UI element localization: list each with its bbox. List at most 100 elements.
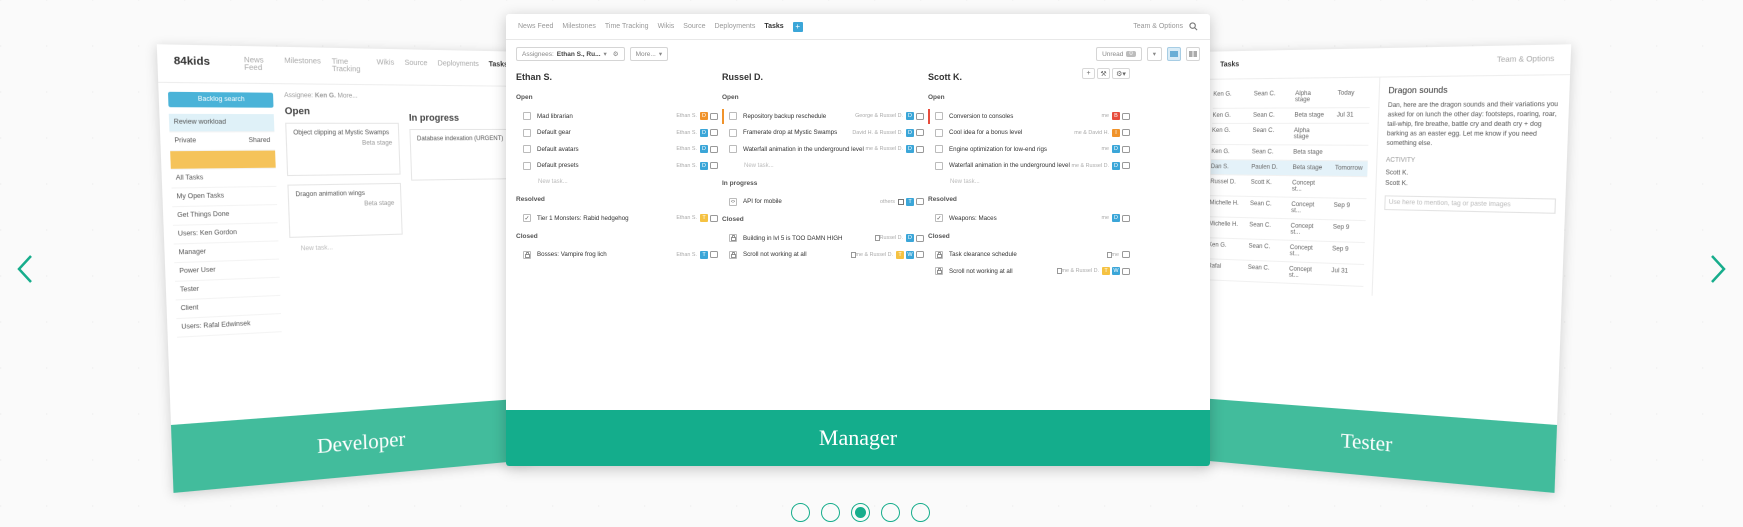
- new-task-input[interactable]: New task...: [722, 158, 928, 174]
- new-task-input[interactable]: New task...: [516, 174, 722, 190]
- nav-tasks[interactable]: Tasks: [764, 23, 783, 30]
- nav-milestones[interactable]: Milestones: [562, 23, 595, 30]
- comment-icon[interactable]: [1122, 146, 1130, 153]
- nav-deployments[interactable]: Deployments: [714, 23, 755, 30]
- nav-time-tracking[interactable]: Time Tracking: [605, 23, 649, 30]
- comment-icon[interactable]: [916, 235, 924, 242]
- manager-preview-card[interactable]: News Feed Milestones Time Tracking Wikis…: [506, 14, 1210, 466]
- task-row[interactable]: Scroll not working at all me & Russel D. T…: [722, 247, 928, 264]
- task-checkbox[interactable]: [935, 129, 943, 137]
- comment-icon[interactable]: [916, 251, 924, 258]
- list-view-toggle[interactable]: [1167, 47, 1181, 61]
- task-checkbox[interactable]: [729, 129, 737, 137]
- task-type-tag: W: [906, 251, 914, 259]
- manager-footer: Manager: [506, 410, 1210, 466]
- nav-source[interactable]: Source: [683, 23, 705, 30]
- search-icon[interactable]: [1189, 22, 1198, 31]
- task-row[interactable]: Building in lvl 5 is TOO DAMN HIGH Russel…: [722, 230, 928, 247]
- comment-icon[interactable]: [1122, 129, 1130, 136]
- task-checkbox[interactable]: [523, 129, 531, 137]
- unread-dropdown[interactable]: ▾: [1147, 47, 1162, 61]
- dev-sidebar-private: Private: [174, 138, 196, 145]
- comment-icon[interactable]: [916, 113, 924, 120]
- task-row[interactable]: Engine optimization for low-end rigs me D: [928, 141, 1134, 158]
- task-type-tag: D: [700, 112, 708, 120]
- task-title: Default avatars: [537, 146, 676, 153]
- comment-icon[interactable]: [710, 162, 718, 169]
- tester-cell: Beta stage: [1294, 112, 1326, 118]
- nav-wikis[interactable]: Wikis: [658, 23, 675, 30]
- checked-checkbox[interactable]: ✓: [935, 214, 943, 222]
- task-row[interactable]: Bosses: Vampire frog lich Ethan S. T: [516, 247, 722, 264]
- task-row[interactable]: Default presets Ethan S. D: [516, 158, 722, 175]
- add-icon[interactable]: +: [1082, 68, 1095, 79]
- task-checkbox[interactable]: [935, 145, 943, 153]
- comment-icon[interactable]: [916, 146, 924, 153]
- more-filter-button[interactable]: More... ▾: [630, 47, 669, 61]
- comment-icon[interactable]: [710, 251, 718, 258]
- task-row[interactable]: Cool idea for a bonus level me & David H.…: [928, 125, 1134, 142]
- team-options-link[interactable]: Team & Options: [1133, 23, 1183, 30]
- tester-cell: Alpha stage: [1294, 128, 1326, 140]
- task-checkbox[interactable]: [523, 145, 531, 153]
- comment-icon[interactable]: [710, 113, 718, 120]
- add-task-button[interactable]: +: [793, 22, 803, 32]
- previous-slide-arrow[interactable]: [14, 252, 36, 286]
- task-row[interactable]: Task clearance schedule me: [928, 247, 1134, 264]
- task-row[interactable]: Default gear Ethan S. D: [516, 125, 722, 142]
- task-row[interactable]: Mad librarian Ethan S. D: [516, 108, 722, 125]
- tester-preview-card[interactable]: Tasks Team & Options Ken G. Sean C. Alpha …: [1193, 44, 1571, 493]
- task-checkbox[interactable]: [935, 112, 943, 120]
- comment-icon[interactable]: [916, 198, 924, 205]
- task-checkbox[interactable]: [935, 162, 943, 170]
- task-checkbox[interactable]: [729, 112, 737, 120]
- assignee-column: Scott K. + ⚒ ⚙▾ Open Conversion to consoles me…: [928, 68, 1134, 280]
- comment-icon[interactable]: [1122, 251, 1130, 258]
- task-row[interactable]: Waterfall animation in the underground l…: [928, 158, 1134, 175]
- pagination-dot[interactable]: [911, 503, 930, 522]
- comment-icon[interactable]: [1122, 113, 1130, 120]
- tester-cell: Sean C.: [1253, 113, 1284, 119]
- task-row[interactable]: Scroll not working at all me & Russel D. T…: [928, 263, 1134, 280]
- dev-sidebar-item: Users: Rafal Edwinsek: [176, 314, 281, 338]
- task-checkbox[interactable]: [523, 162, 531, 170]
- comment-icon[interactable]: [710, 215, 718, 222]
- board-view-toggle[interactable]: [1186, 47, 1200, 61]
- task-row[interactable]: Waterfall animation in the underground l…: [722, 141, 928, 158]
- developer-logo: 84kids: [174, 56, 211, 72]
- task-row[interactable]: Default avatars Ethan S. D: [516, 141, 722, 158]
- comment-icon[interactable]: [710, 129, 718, 136]
- next-slide-arrow[interactable]: [1707, 252, 1729, 286]
- comment-icon[interactable]: [1122, 215, 1130, 222]
- task-row[interactable]: ✓ Tier 1 Monsters: Rabid hedgehog Ethan S.…: [516, 210, 722, 227]
- comment-icon[interactable]: [1122, 162, 1130, 169]
- tester-task-grid: Ken G. Sean C. Alpha stage Today Ken G. Sean…: [1199, 78, 1379, 296]
- task-row[interactable]: ✓ Weapons: Maces me D: [928, 210, 1134, 227]
- comment-icon[interactable]: [710, 146, 718, 153]
- comment-icon[interactable]: [1122, 268, 1130, 275]
- task-checkbox[interactable]: [729, 145, 737, 153]
- comment-icon[interactable]: [916, 129, 924, 136]
- nav-news-feed[interactable]: News Feed: [518, 23, 553, 30]
- pagination-dot[interactable]: [791, 503, 810, 522]
- task-assignee: me: [1102, 113, 1110, 119]
- task-row[interactable]: Conversion to consoles me B: [928, 108, 1134, 125]
- task-row[interactable]: Framerate drop at Mystic Swamps David H. …: [722, 125, 928, 142]
- assignee-column: Ethan S. Open Mad librarian Ethan S. D Defaul…: [516, 68, 722, 280]
- pagination-dot[interactable]: [851, 503, 870, 522]
- pagination-dot[interactable]: [881, 503, 900, 522]
- dev-more-label: More...: [338, 93, 358, 99]
- unread-filter[interactable]: Unread 0: [1096, 47, 1142, 61]
- task-row[interactable]: ‹› API for mobile others T: [722, 194, 928, 211]
- task-row[interactable]: Repository backup reschedule George & Rus…: [722, 108, 928, 125]
- assignees-filter[interactable]: Assignees: Ethan S., Ru... ▾ ⚙: [516, 47, 625, 61]
- checked-checkbox[interactable]: ✓: [523, 214, 531, 222]
- developer-preview-card[interactable]: 84kids News Feed Milestones Time Trackin…: [157, 44, 535, 493]
- tester-cell: Tomorrow: [1335, 165, 1368, 172]
- hammer-icon[interactable]: ⚒: [1097, 68, 1110, 79]
- new-task-input[interactable]: New task...: [928, 174, 1134, 190]
- pagination-dot[interactable]: [821, 503, 840, 522]
- task-type-tag: D: [1112, 162, 1120, 170]
- gear-icon[interactable]: ⚙▾: [1112, 68, 1130, 79]
- task-checkbox[interactable]: [523, 112, 531, 120]
